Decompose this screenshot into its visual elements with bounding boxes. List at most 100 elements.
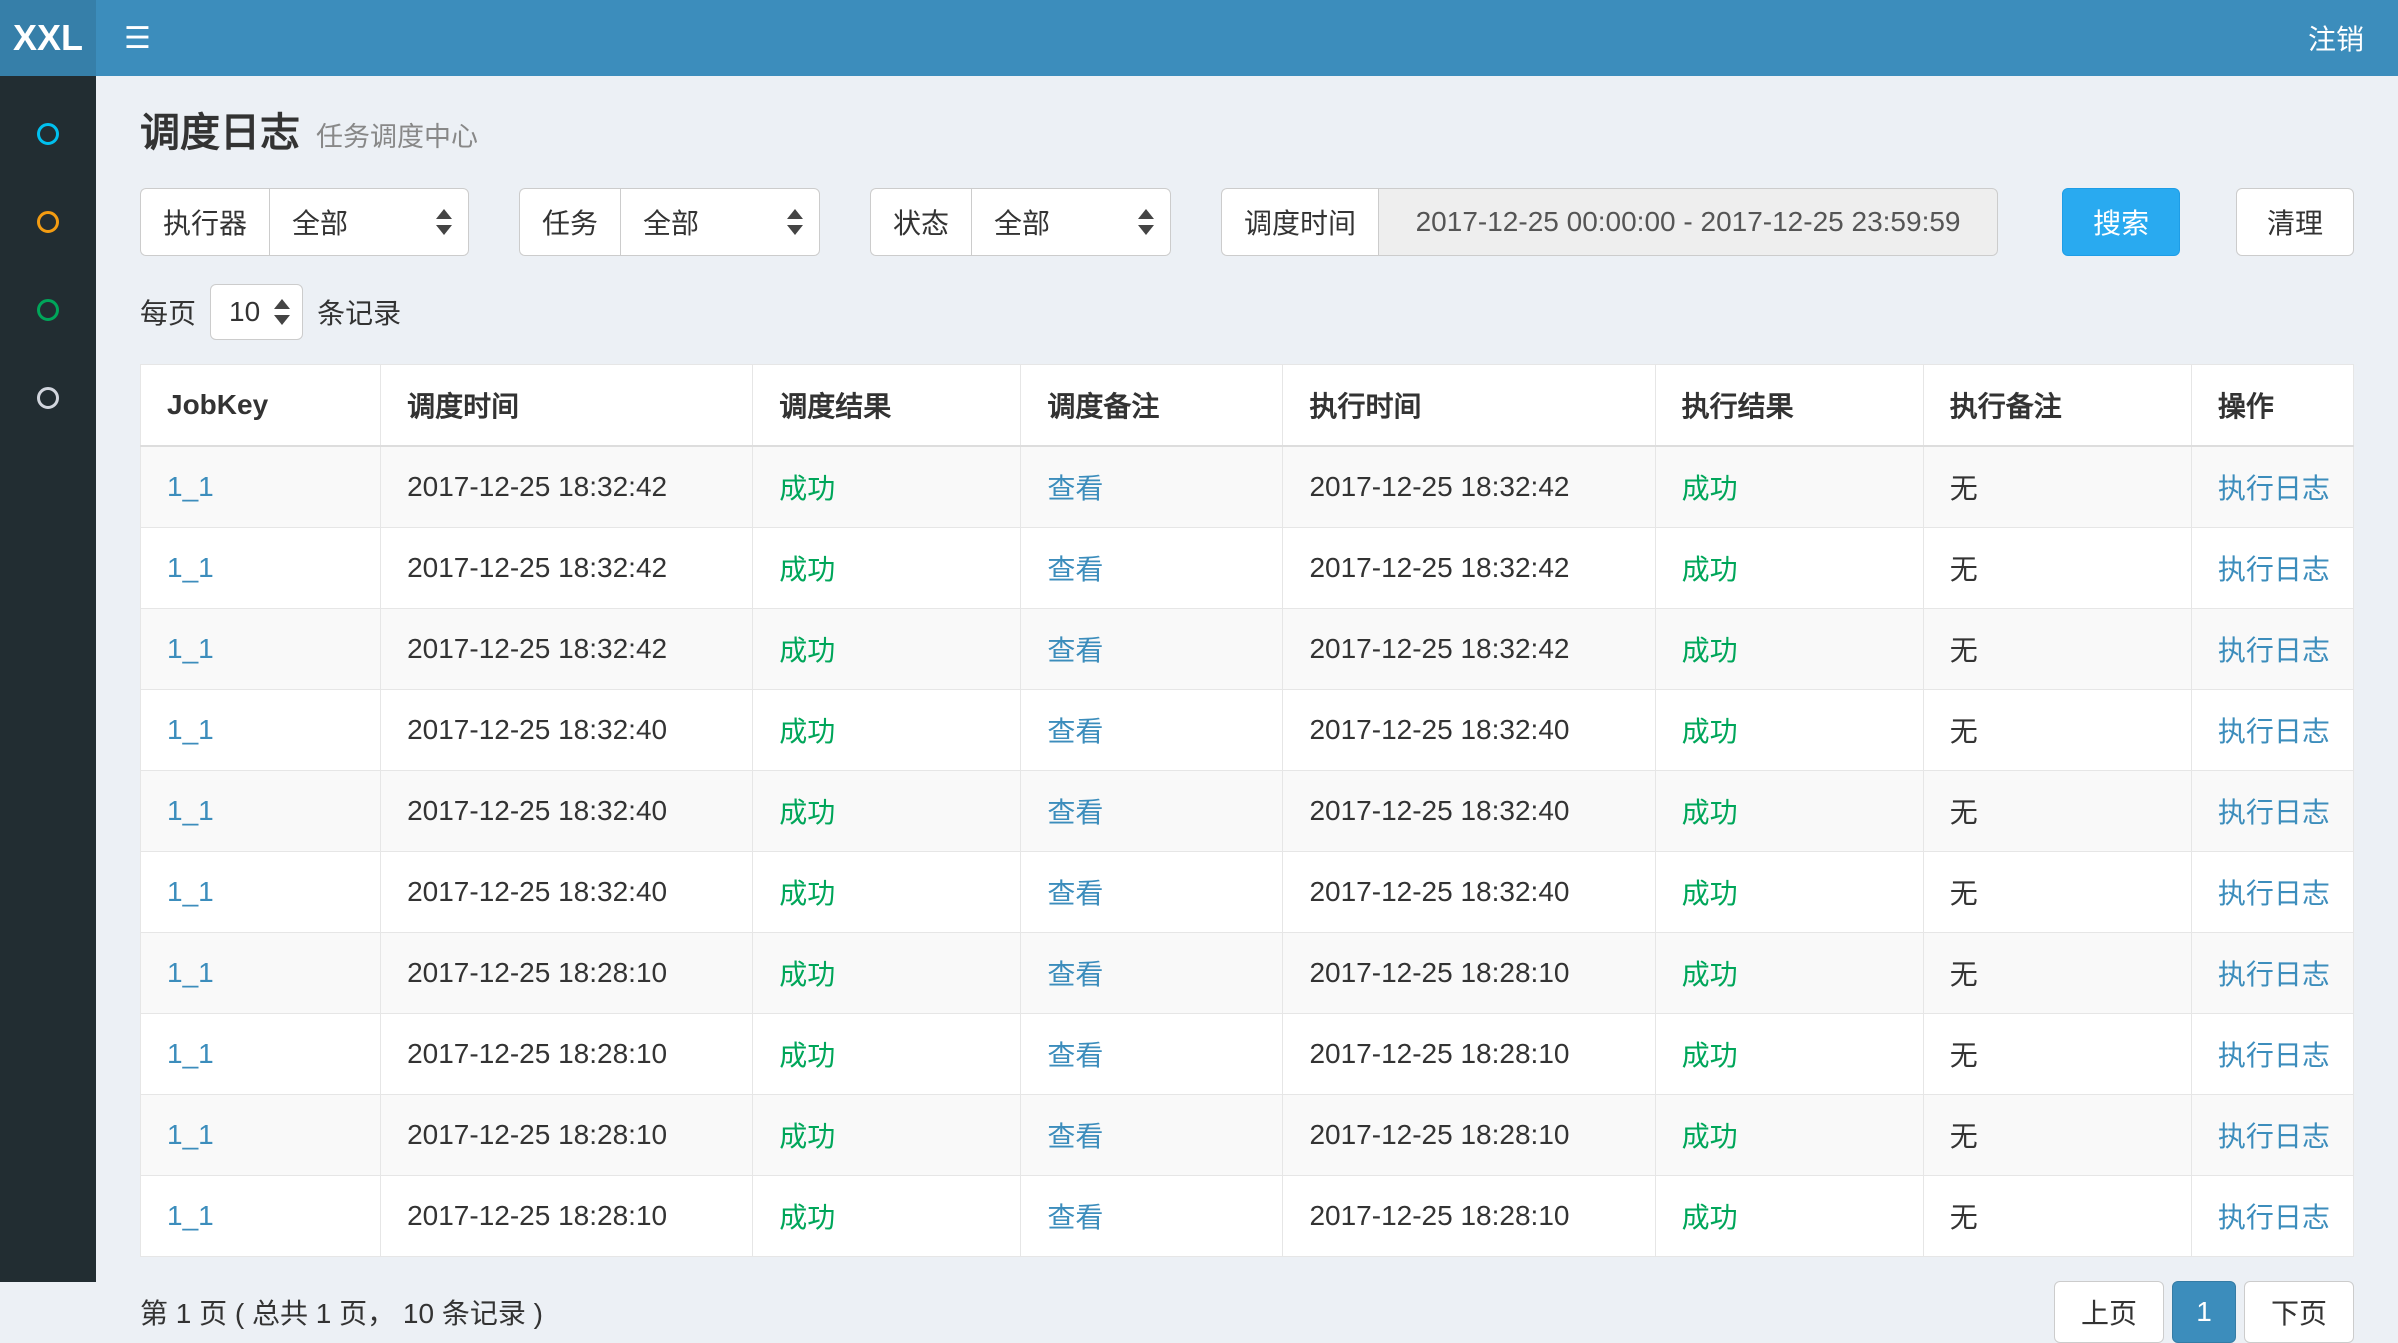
search-button[interactable]: 搜索 bbox=[2062, 188, 2180, 256]
handle-time-cell: 2017-12-25 18:28:10 bbox=[1283, 933, 1655, 1014]
exec-log-link[interactable]: 执行日志 bbox=[2218, 716, 2330, 747]
jobkey-link[interactable]: 1_1 bbox=[167, 795, 214, 826]
select-arrows-icon bbox=[1138, 209, 1154, 235]
trigger-msg-link[interactable]: 查看 bbox=[1047, 554, 1103, 585]
jobkey-cell: 1_1 bbox=[141, 528, 381, 609]
trigger-msg-link[interactable]: 查看 bbox=[1047, 1040, 1103, 1071]
handle-result-cell: 成功 bbox=[1655, 1095, 1923, 1176]
sidebar-toggle-icon[interactable]: ☰ bbox=[96, 0, 179, 76]
jobkey-link[interactable]: 1_1 bbox=[167, 471, 214, 502]
sidebar-item-1[interactable] bbox=[0, 90, 96, 178]
handle-msg-cell: 无 bbox=[1923, 609, 2191, 690]
exec-log-link[interactable]: 执行日志 bbox=[2218, 1040, 2330, 1071]
app-logo[interactable]: XXL bbox=[0, 0, 96, 76]
trigger-time-range-input[interactable] bbox=[1378, 188, 1998, 256]
select-arrows-icon bbox=[274, 299, 290, 325]
next-page-button[interactable]: 下页 bbox=[2244, 1281, 2354, 1343]
jobkey-link[interactable]: 1_1 bbox=[167, 633, 214, 664]
trigger-time-filter-group: 调度时间 bbox=[1221, 188, 1998, 256]
jobkey-link[interactable]: 1_1 bbox=[167, 1200, 214, 1231]
page-size-row: 每页 10 条记录 bbox=[140, 284, 2354, 340]
jobkey-link[interactable]: 1_1 bbox=[167, 552, 214, 583]
trigger-msg-link[interactable]: 查看 bbox=[1047, 878, 1103, 909]
jobkey-cell: 1_1 bbox=[141, 933, 381, 1014]
exec-log-link[interactable]: 执行日志 bbox=[2218, 959, 2330, 990]
handle-msg-cell: 无 bbox=[1923, 1176, 2191, 1257]
trigger-msg-link[interactable]: 查看 bbox=[1047, 716, 1103, 747]
trigger-msg-cell: 查看 bbox=[1021, 1014, 1283, 1095]
column-header-5: 执行时间 bbox=[1283, 365, 1655, 447]
status-filter-label: 状态 bbox=[870, 188, 971, 256]
clear-button[interactable]: 清理 bbox=[2236, 188, 2354, 256]
trigger-time-cell: 2017-12-25 18:28:10 bbox=[381, 1014, 753, 1095]
jobkey-link[interactable]: 1_1 bbox=[167, 957, 214, 988]
exec-log-link[interactable]: 执行日志 bbox=[2218, 797, 2330, 828]
sidebar-item-4[interactable] bbox=[0, 354, 96, 442]
job-filter-label: 任务 bbox=[519, 188, 620, 256]
status-select-value: 全部 bbox=[994, 202, 1124, 242]
sidebar-item-3[interactable] bbox=[0, 266, 96, 354]
trigger-msg-link[interactable]: 查看 bbox=[1047, 797, 1103, 828]
sidebar-item-2[interactable] bbox=[0, 178, 96, 266]
page-subtitle: 任务调度中心 bbox=[316, 115, 478, 154]
handle-time-cell: 2017-12-25 18:32:42 bbox=[1283, 609, 1655, 690]
trigger-msg-link[interactable]: 查看 bbox=[1047, 1202, 1103, 1233]
trigger-msg-cell: 查看 bbox=[1021, 933, 1283, 1014]
trigger-result-cell: 成功 bbox=[753, 528, 1021, 609]
job-select[interactable]: 全部 bbox=[620, 188, 820, 256]
handle-result-cell: 成功 bbox=[1655, 528, 1923, 609]
exec-log-link[interactable]: 执行日志 bbox=[2218, 1121, 2330, 1152]
table-row: 1_1 2017-12-25 18:32:40 成功 查看 2017-12-25… bbox=[141, 690, 2354, 771]
handle-time-cell: 2017-12-25 18:32:42 bbox=[1283, 528, 1655, 609]
jobkey-cell: 1_1 bbox=[141, 1176, 381, 1257]
trigger-msg-cell: 查看 bbox=[1021, 609, 1283, 690]
handle-time-cell: 2017-12-25 18:32:40 bbox=[1283, 852, 1655, 933]
status-select[interactable]: 全部 bbox=[971, 188, 1171, 256]
page-1-button[interactable]: 1 bbox=[2172, 1281, 2236, 1343]
jobkey-link[interactable]: 1_1 bbox=[167, 1038, 214, 1069]
jobkey-cell: 1_1 bbox=[141, 1014, 381, 1095]
jobkey-link[interactable]: 1_1 bbox=[167, 876, 214, 907]
handle-time-cell: 2017-12-25 18:28:10 bbox=[1283, 1014, 1655, 1095]
handle-msg-cell: 无 bbox=[1923, 852, 2191, 933]
trigger-msg-link[interactable]: 查看 bbox=[1047, 473, 1103, 504]
trigger-msg-link[interactable]: 查看 bbox=[1047, 959, 1103, 990]
trigger-msg-cell: 查看 bbox=[1021, 528, 1283, 609]
trigger-msg-link[interactable]: 查看 bbox=[1047, 1121, 1103, 1152]
trigger-result-cell: 成功 bbox=[753, 446, 1021, 528]
jobkey-link[interactable]: 1_1 bbox=[167, 714, 214, 745]
trigger-result-cell: 成功 bbox=[753, 771, 1021, 852]
trigger-time-cell: 2017-12-25 18:32:40 bbox=[381, 771, 753, 852]
trigger-result-cell: 成功 bbox=[753, 1176, 1021, 1257]
handle-time-cell: 2017-12-25 18:32:42 bbox=[1283, 446, 1655, 528]
action-cell: 执行日志 bbox=[2191, 446, 2353, 528]
column-header-3: 调度结果 bbox=[753, 365, 1021, 447]
table-row: 1_1 2017-12-25 18:28:10 成功 查看 2017-12-25… bbox=[141, 1176, 2354, 1257]
trigger-msg-cell: 查看 bbox=[1021, 1095, 1283, 1176]
executor-select[interactable]: 全部 bbox=[269, 188, 469, 256]
exec-log-link[interactable]: 执行日志 bbox=[2218, 878, 2330, 909]
trigger-msg-link[interactable]: 查看 bbox=[1047, 635, 1103, 666]
navbar-main: ☰ 注销 bbox=[96, 0, 2398, 76]
log-table-body: 1_1 2017-12-25 18:32:42 成功 查看 2017-12-25… bbox=[141, 446, 2354, 1257]
page-size-select[interactable]: 10 bbox=[210, 284, 303, 340]
column-header-2: 调度时间 bbox=[381, 365, 753, 447]
column-header-4: 调度备注 bbox=[1021, 365, 1283, 447]
jobkey-cell: 1_1 bbox=[141, 852, 381, 933]
column-header-1: JobKey bbox=[141, 365, 381, 447]
exec-log-link[interactable]: 执行日志 bbox=[2218, 473, 2330, 504]
logout-link[interactable]: 注销 bbox=[2308, 18, 2364, 58]
executor-select-value: 全部 bbox=[292, 202, 422, 242]
exec-log-link[interactable]: 执行日志 bbox=[2218, 554, 2330, 585]
exec-log-link[interactable]: 执行日志 bbox=[2218, 1202, 2330, 1233]
exec-log-link[interactable]: 执行日志 bbox=[2218, 635, 2330, 666]
circle-outline-icon bbox=[37, 387, 59, 409]
trigger-msg-cell: 查看 bbox=[1021, 446, 1283, 528]
page-size-prefix-label: 每页 bbox=[140, 292, 196, 332]
table-row: 1_1 2017-12-25 18:32:42 成功 查看 2017-12-25… bbox=[141, 528, 2354, 609]
trigger-msg-cell: 查看 bbox=[1021, 1176, 1283, 1257]
pagination: 上页 1 下页 bbox=[2054, 1281, 2354, 1343]
dispatch-log-table: JobKey调度时间调度结果调度备注执行时间执行结果执行备注操作 1_1 201… bbox=[140, 364, 2354, 1257]
prev-page-button[interactable]: 上页 bbox=[2054, 1281, 2164, 1343]
jobkey-link[interactable]: 1_1 bbox=[167, 1119, 214, 1150]
